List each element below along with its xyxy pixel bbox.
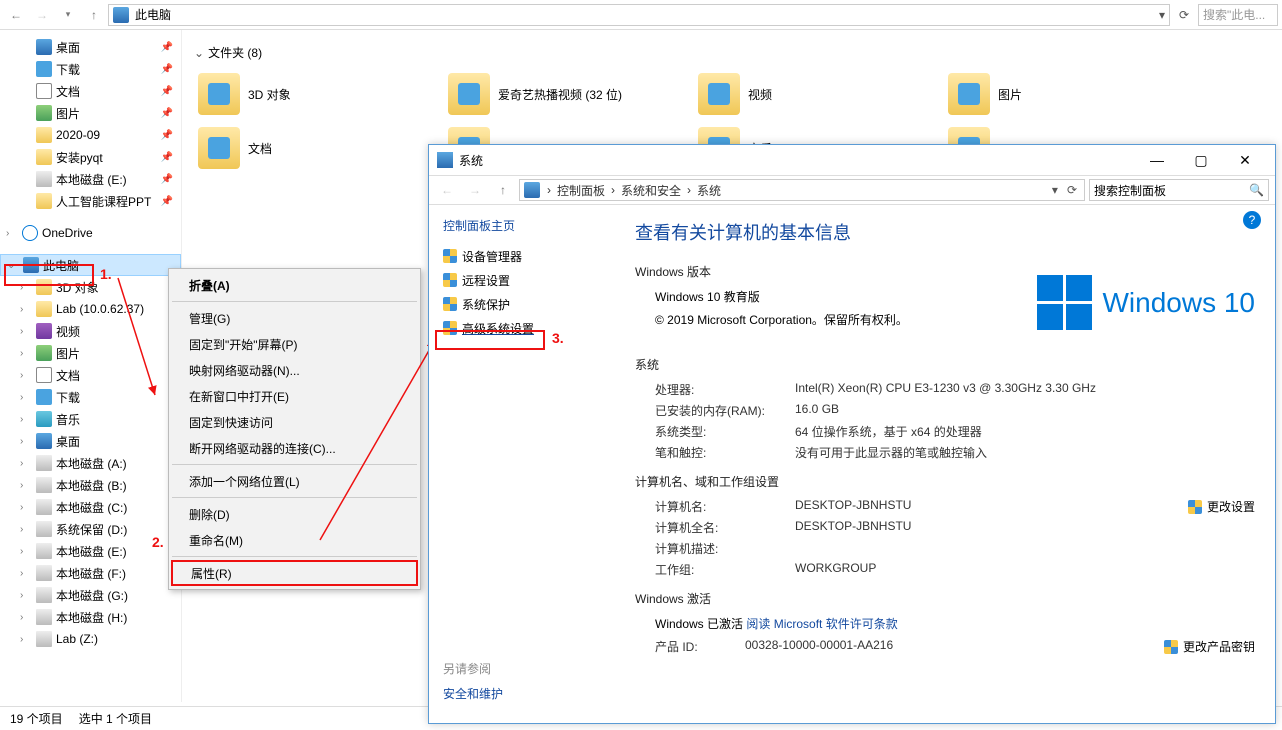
folder-item[interactable]: 爱奇艺热播视频 (32 位) bbox=[444, 67, 694, 121]
folder-item[interactable]: 3D 对象 bbox=[194, 67, 444, 121]
annotation-box-3 bbox=[435, 330, 545, 350]
tree-item[interactable]: 安装pyqt📌 bbox=[0, 146, 181, 168]
back-button[interactable]: ← bbox=[4, 3, 28, 27]
folders-header[interactable]: ⌄文件夹 (8) bbox=[194, 44, 1270, 61]
annotation-2: 2. bbox=[152, 534, 164, 550]
pc-icon bbox=[524, 182, 540, 198]
system-window: 系统 — ▢ ✕ ← → ↑ ›控制面板 ›系统和安全 ›系统 ▾⟳ 搜索控制面… bbox=[428, 144, 1276, 724]
tree-item[interactable]: 桌面📌 bbox=[0, 36, 181, 58]
activation-header: Windows 激活 bbox=[635, 590, 1255, 607]
system-protection-link[interactable]: 系统保护 bbox=[443, 292, 601, 316]
folder-item[interactable]: 视频 bbox=[694, 67, 944, 121]
tree-item[interactable]: 图片📌 bbox=[0, 102, 181, 124]
search-input[interactable]: 搜索"此电... bbox=[1198, 4, 1278, 26]
system-content: ? 查看有关计算机的基本信息 Windows 版本 Windows 10 教育版… bbox=[615, 205, 1275, 723]
tree-onedrive[interactable]: ›OneDrive bbox=[0, 222, 181, 244]
windows-logo: Windows 10 bbox=[1037, 275, 1255, 330]
sys-forward-button[interactable]: → bbox=[463, 178, 487, 202]
sys-back-button[interactable]: ← bbox=[435, 178, 459, 202]
context-menu-item[interactable]: 映射网络驱动器(N)... bbox=[171, 357, 418, 383]
tree-item[interactable]: ›本地磁盘 (B:) bbox=[0, 474, 181, 496]
context-menu-item[interactable]: 固定到"开始"屏幕(P) bbox=[171, 331, 418, 357]
tree-item[interactable]: ›本地磁盘 (A:) bbox=[0, 452, 181, 474]
tree-item[interactable]: ›下载 bbox=[0, 386, 181, 408]
tree-item[interactable]: ›视频 bbox=[0, 320, 181, 342]
tree-item[interactable]: ›本地磁盘 (H:) bbox=[0, 606, 181, 628]
change-settings-link[interactable]: 更改设置 bbox=[1188, 498, 1255, 515]
nav-tree: 桌面📌下载📌文档📌图片📌2020-09📌安装pyqt📌本地磁盘 (E:)📌人工智… bbox=[0, 30, 182, 702]
annotation-3: 3. bbox=[552, 330, 564, 346]
pc-icon bbox=[113, 7, 129, 23]
context-menu-item[interactable]: 断开网络驱动器的连接(C)... bbox=[171, 435, 418, 461]
folder-item[interactable]: 文档 bbox=[194, 121, 444, 175]
context-menu: 折叠(A) 管理(G)固定到"开始"屏幕(P)映射网络驱动器(N)...在新窗口中… bbox=[168, 268, 421, 590]
annotation-box-1 bbox=[4, 264, 94, 286]
shield-icon bbox=[1164, 640, 1178, 654]
tree-item[interactable]: ›文档 bbox=[0, 364, 181, 386]
tree-item[interactable]: 本地磁盘 (E:)📌 bbox=[0, 168, 181, 190]
refresh-button[interactable]: ⟳ bbox=[1172, 8, 1196, 22]
tree-item[interactable]: ›本地磁盘 (C:) bbox=[0, 496, 181, 518]
explorer-address-bar: ← → ▾ ↑ 此电脑 ▾ ⟳ 搜索"此电... bbox=[0, 0, 1282, 30]
shield-icon bbox=[443, 249, 457, 263]
address-field[interactable]: 此电脑 ▾ bbox=[108, 4, 1170, 26]
context-menu-item[interactable]: 在新窗口中打开(E) bbox=[171, 383, 418, 409]
tree-item[interactable]: ›本地磁盘 (G:) bbox=[0, 584, 181, 606]
context-menu-item[interactable]: 添加一个网络位置(L) bbox=[171, 468, 418, 494]
system-title-bar: 系统 — ▢ ✕ bbox=[429, 145, 1275, 175]
tree-item[interactable]: ›图片 bbox=[0, 342, 181, 364]
tree-item[interactable]: 人工智能课程PPT📌 bbox=[0, 190, 181, 212]
system-icon bbox=[437, 152, 453, 168]
security-maintenance-link[interactable]: 安全和维护 bbox=[443, 685, 601, 702]
sys-search-input[interactable]: 搜索控制面板🔍 bbox=[1089, 179, 1269, 201]
control-panel-home[interactable]: 控制面板主页 bbox=[443, 217, 601, 234]
recent-button[interactable]: ▾ bbox=[56, 3, 80, 27]
folder-item[interactable]: 图片 bbox=[944, 67, 1194, 121]
system-sidebar: 控制面板主页 设备管理器 远程设置 系统保护 高级系统设置 另请参阅 安全和维护 bbox=[429, 205, 615, 723]
device-manager-link[interactable]: 设备管理器 bbox=[443, 244, 601, 268]
context-menu-item[interactable]: 删除(D) bbox=[171, 501, 418, 527]
computer-name-header: 计算机名、域和工作组设置 bbox=[635, 473, 1255, 490]
forward-button[interactable]: → bbox=[30, 3, 54, 27]
dropdown-icon[interactable]: ▾ bbox=[1159, 8, 1165, 22]
system-address-bar: ← → ↑ ›控制面板 ›系统和安全 ›系统 ▾⟳ 搜索控制面板🔍 bbox=[429, 175, 1275, 205]
tree-item[interactable]: ›本地磁盘 (F:) bbox=[0, 562, 181, 584]
change-product-key-link[interactable]: 更改产品密钥 bbox=[1164, 638, 1255, 655]
system-header: 系统 bbox=[635, 356, 1255, 373]
close-button[interactable]: ✕ bbox=[1223, 146, 1267, 174]
tree-item[interactable]: ›Lab (10.0.62.37) bbox=[0, 298, 181, 320]
sys-breadcrumb[interactable]: ›控制面板 ›系统和安全 ›系统 ▾⟳ bbox=[519, 179, 1085, 201]
tree-item[interactable]: ›Lab (Z:) bbox=[0, 628, 181, 650]
context-menu-item[interactable]: 固定到快速访问 bbox=[171, 409, 418, 435]
help-icon[interactable]: ? bbox=[1243, 211, 1261, 229]
tree-item[interactable]: 文档📌 bbox=[0, 80, 181, 102]
page-title: 查看有关计算机的基本信息 bbox=[635, 219, 1255, 245]
context-menu-item[interactable]: 管理(G) bbox=[171, 305, 418, 331]
up-button[interactable]: ↑ bbox=[82, 3, 106, 27]
minimize-button[interactable]: — bbox=[1135, 146, 1179, 174]
tree-item[interactable]: ›音乐 bbox=[0, 408, 181, 430]
remote-settings-link[interactable]: 远程设置 bbox=[443, 268, 601, 292]
shield-icon bbox=[1188, 500, 1202, 514]
license-terms-link[interactable]: 阅读 Microsoft 软件许可条款 bbox=[746, 617, 897, 631]
tree-item[interactable]: 2020-09📌 bbox=[0, 124, 181, 146]
context-menu-item[interactable]: 属性(R) bbox=[171, 560, 418, 586]
shield-icon bbox=[443, 297, 457, 311]
maximize-button[interactable]: ▢ bbox=[1179, 146, 1223, 174]
tree-item[interactable]: ›桌面 bbox=[0, 430, 181, 452]
see-also-label: 另请参阅 bbox=[443, 660, 601, 677]
tree-item[interactable]: 下载📌 bbox=[0, 58, 181, 80]
annotation-1: 1. bbox=[100, 266, 112, 282]
context-menu-item[interactable]: 折叠(A) bbox=[171, 272, 418, 298]
sys-up-button[interactable]: ↑ bbox=[491, 178, 515, 202]
address-text: 此电脑 bbox=[135, 6, 171, 23]
shield-icon bbox=[443, 273, 457, 287]
context-menu-item[interactable]: 重命名(M) bbox=[171, 527, 418, 553]
